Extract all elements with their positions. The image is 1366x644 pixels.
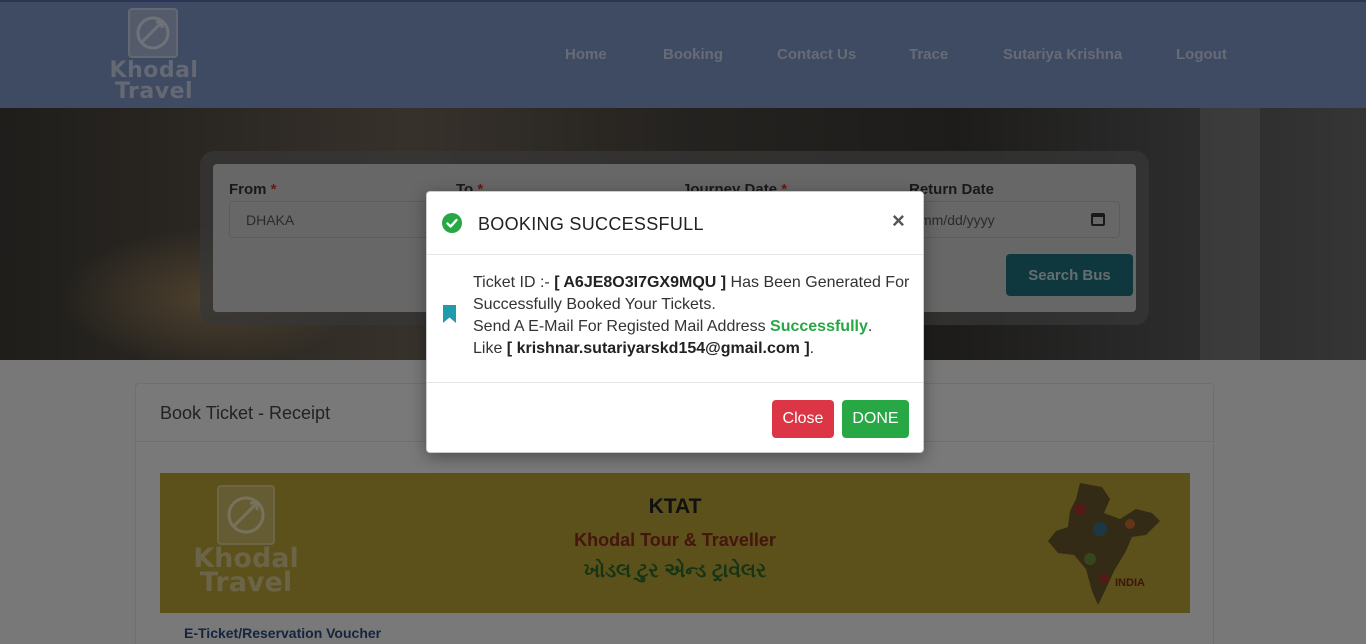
- line2-suffix: .: [867, 318, 873, 335]
- line3-suffix: .: [809, 340, 815, 357]
- close-button[interactable]: Close: [772, 400, 834, 438]
- modal-body: Ticket ID :- [ A6JE8O3I7GX9MQU ] Has Bee…: [427, 255, 923, 383]
- bookmark-icon: [443, 305, 456, 323]
- ticket-prefix: Ticket ID :-: [473, 274, 555, 291]
- booking-success-modal: BOOKING SUCCESSFULL × Ticket ID :- [ A6J…: [426, 191, 924, 453]
- email-status: Successfully: [770, 318, 868, 335]
- modal-title: BOOKING SUCCESSFULL: [478, 214, 704, 234]
- modal-header: BOOKING SUCCESSFULL ×: [427, 192, 923, 255]
- line3-prefix: Like: [473, 340, 507, 357]
- booking-message: Ticket ID :- [ A6JE8O3I7GX9MQU ] Has Bee…: [473, 272, 913, 360]
- done-button[interactable]: DONE: [842, 400, 909, 438]
- check-circle-icon: [442, 213, 462, 233]
- ticket-id: [ A6JE8O3I7GX9MQU ]: [554, 274, 727, 291]
- close-icon[interactable]: ×: [892, 208, 905, 234]
- line2-prefix: Send A E-Mail For Registed Mail Address: [473, 318, 771, 335]
- email-address: [ krishnar.sutariyarskd154@gmail.com ]: [506, 340, 810, 357]
